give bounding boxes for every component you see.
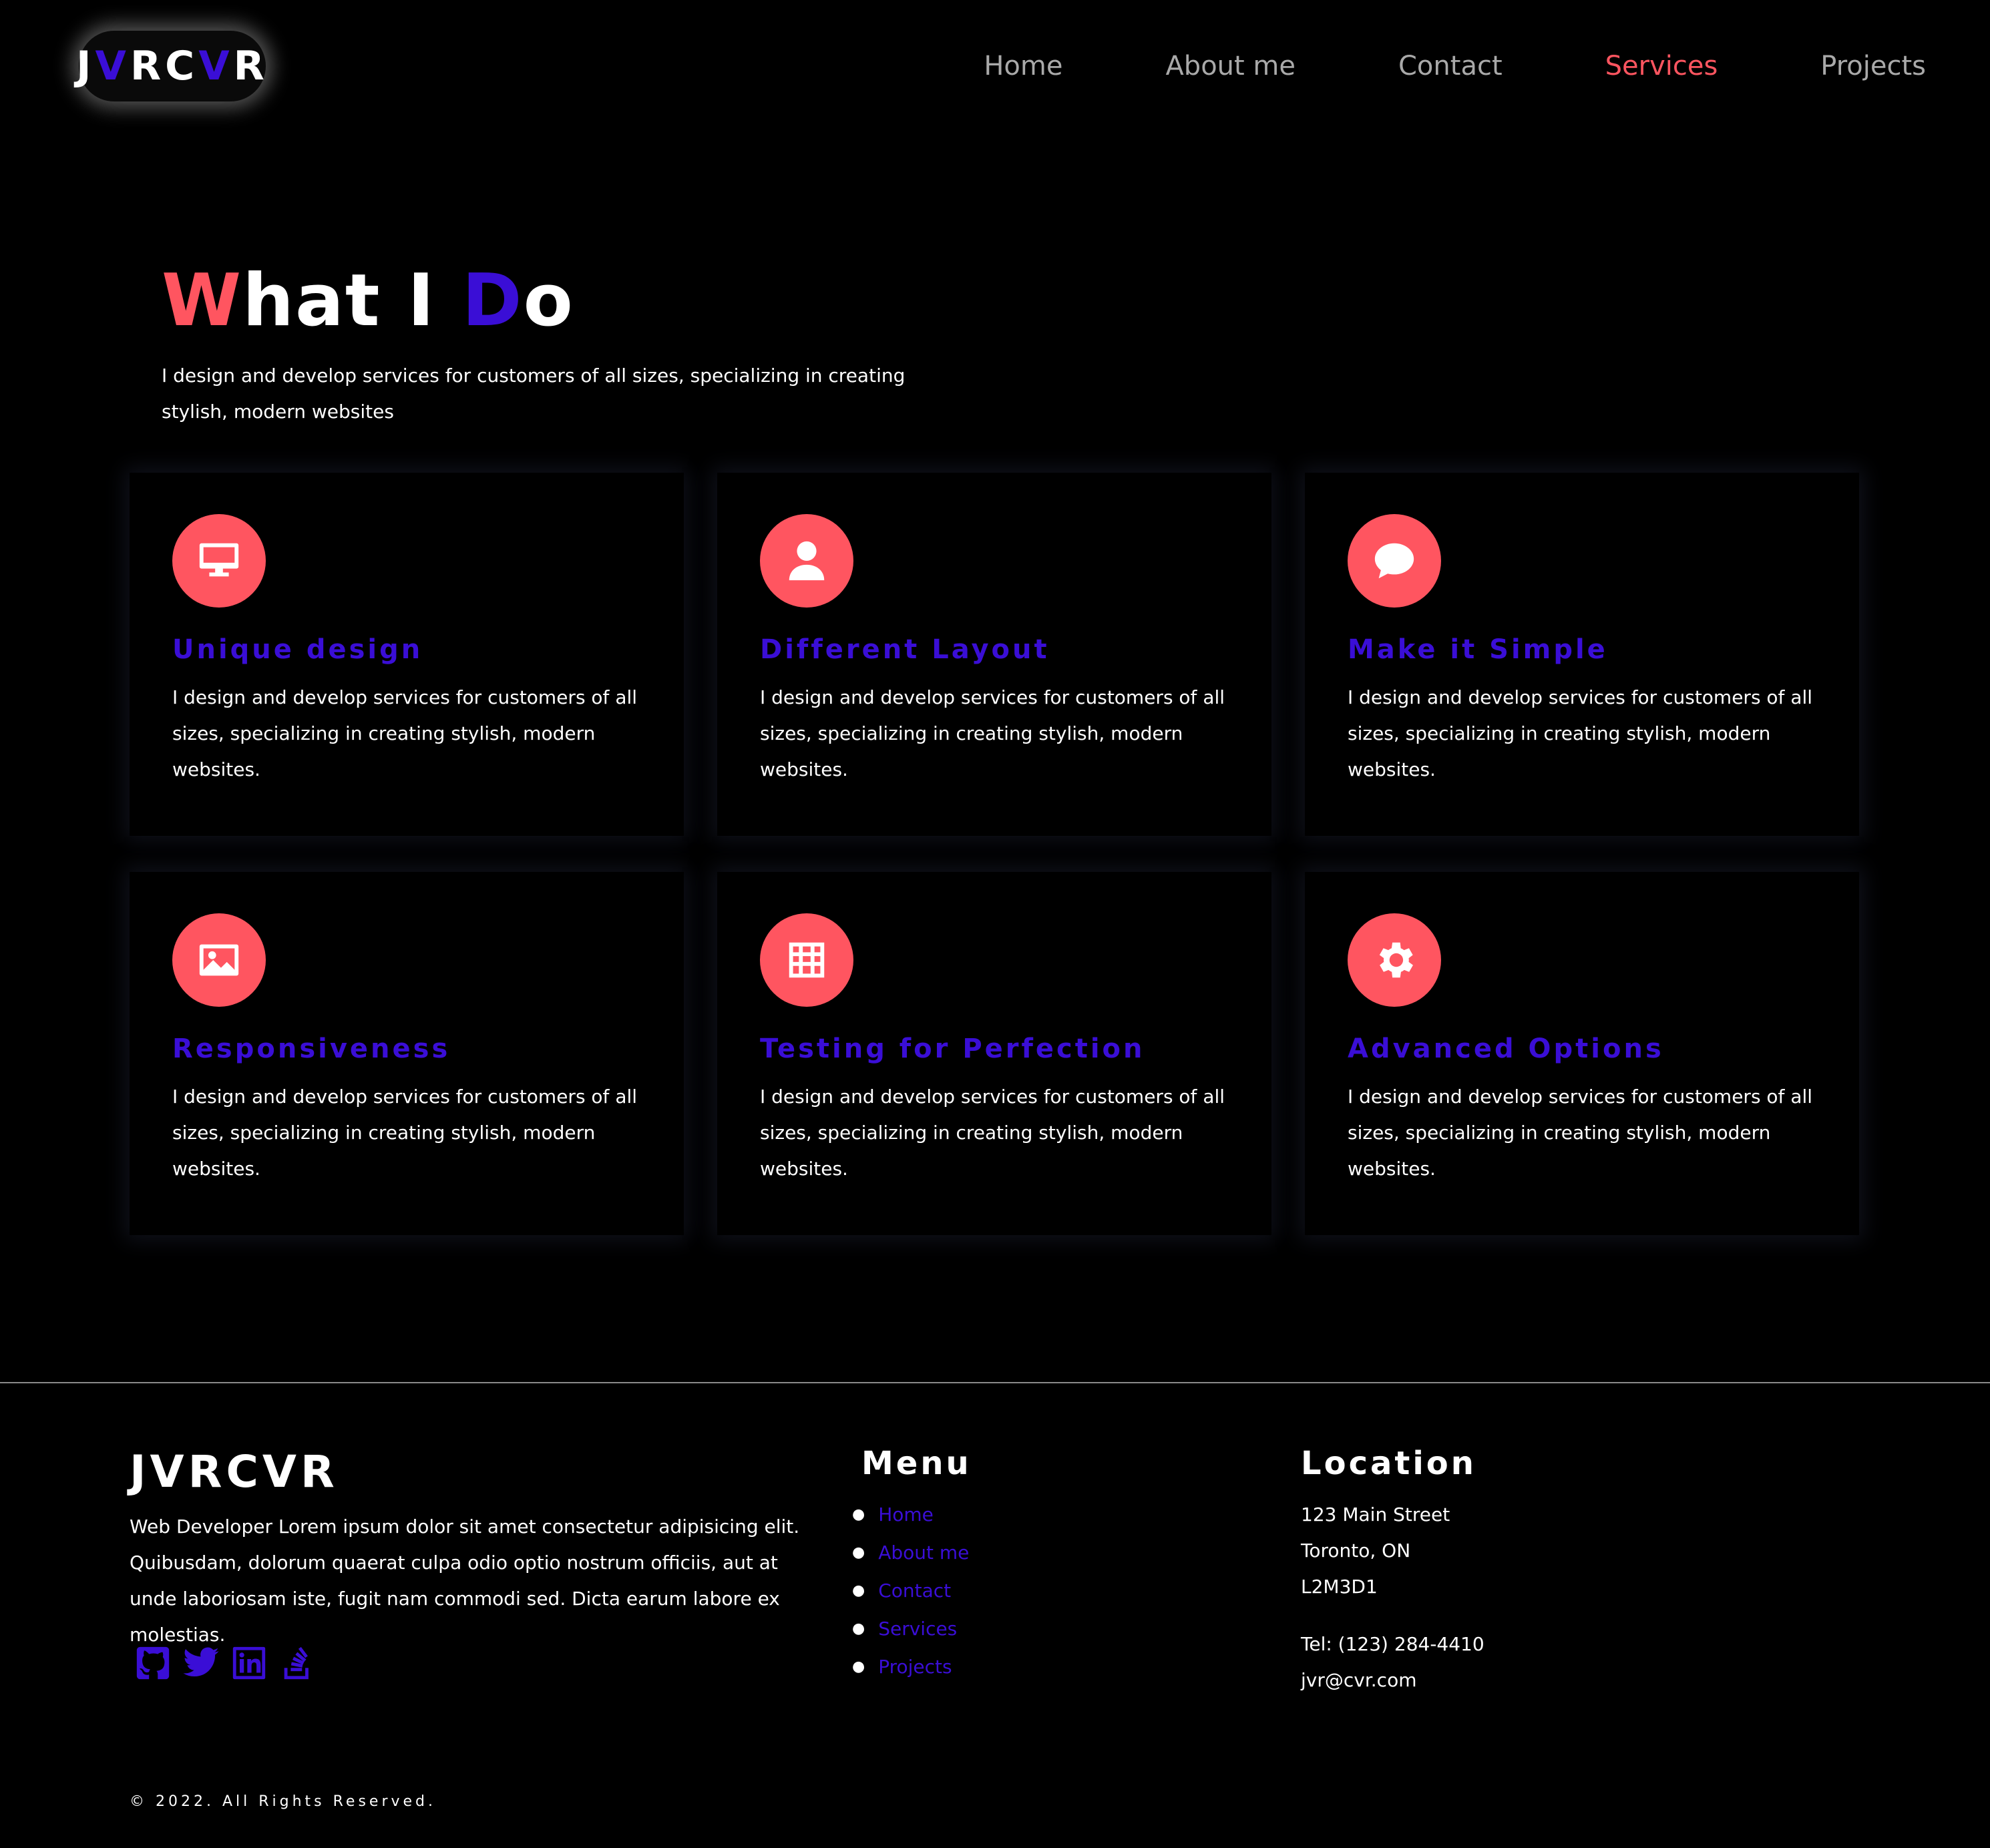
stackoverflow-icon[interactable] bbox=[278, 1644, 317, 1684]
footer-menu-item: ● Home bbox=[852, 1504, 934, 1526]
footer-menu-title: Menu bbox=[861, 1445, 972, 1482]
table-icon bbox=[760, 913, 853, 1007]
service-title: Different Layout bbox=[760, 634, 1050, 665]
footer-menu-item: ● Services bbox=[852, 1618, 958, 1640]
image-icon bbox=[172, 913, 266, 1007]
title-part: hat I bbox=[242, 259, 462, 342]
footer-location: 123 Main Street Toronto, ON L2M3D1 Tel: … bbox=[1301, 1497, 1484, 1698]
page-subtitle: I design and develop services for custom… bbox=[162, 365, 906, 423]
logo-letter: V bbox=[95, 43, 130, 89]
footer-location-title: Location bbox=[1301, 1445, 1476, 1482]
copyright: © 2022. All Rights Reserved. bbox=[130, 1793, 437, 1810]
service-text: I design and develop services for custom… bbox=[172, 1086, 638, 1180]
logo-letter: V bbox=[198, 43, 234, 89]
service-card: Testing for Perfection I design and deve… bbox=[717, 872, 1271, 1235]
social-links bbox=[134, 1644, 317, 1684]
footer-link-services[interactable]: Services bbox=[878, 1618, 957, 1640]
service-text: I design and develop services for custom… bbox=[1348, 686, 1813, 780]
site-header: J V R C V R Home About me Contact Servic… bbox=[0, 0, 1990, 134]
address-line: Toronto, ON bbox=[1301, 1540, 1411, 1562]
footer-link-home[interactable]: Home bbox=[878, 1504, 934, 1526]
footer-link-projects[interactable]: Projects bbox=[878, 1656, 952, 1678]
nav-home[interactable]: Home bbox=[984, 51, 1062, 81]
address-line: 123 Main Street bbox=[1301, 1504, 1450, 1526]
footer-menu: ● Home ● About me ● Contact ● Services ● Proj… bbox=[852, 1497, 969, 1687]
gear-icon bbox=[1348, 913, 1441, 1007]
nav-about[interactable]: About me bbox=[1165, 51, 1296, 81]
logo-letter: J bbox=[76, 43, 95, 89]
service-text: I design and develop services for custom… bbox=[760, 1086, 1225, 1180]
title-part: o bbox=[523, 259, 574, 342]
twitter-icon[interactable] bbox=[182, 1644, 220, 1684]
user-icon bbox=[760, 514, 853, 608]
footer-menu-item: ● Contact bbox=[852, 1580, 952, 1602]
linkedin-icon[interactable] bbox=[230, 1644, 268, 1684]
footer-link-contact[interactable]: Contact bbox=[878, 1580, 951, 1602]
service-title: Unique design bbox=[172, 634, 423, 665]
footer-description: Web Developer Lorem ipsum dolor sit amet… bbox=[130, 1516, 800, 1646]
title-part: W bbox=[162, 259, 243, 342]
site-logo[interactable]: J V R C V R bbox=[76, 31, 268, 101]
phone-number: Tel: (123) 284-4410 bbox=[1301, 1633, 1484, 1655]
footer-divider bbox=[0, 1382, 1990, 1383]
email-address: jvr@cvr.com bbox=[1301, 1669, 1417, 1691]
footer-menu-item: ● Projects bbox=[852, 1656, 952, 1678]
service-card: Unique design I design and develop servi… bbox=[130, 473, 684, 836]
service-text: I design and develop services for custom… bbox=[1348, 1086, 1813, 1180]
nav-services[interactable]: Services bbox=[1605, 51, 1718, 81]
page-title: What I Do bbox=[162, 259, 574, 342]
service-title: Responsiveness bbox=[172, 1033, 451, 1064]
service-card: Make it Simple I design and develop serv… bbox=[1305, 473, 1859, 836]
main-nav: Home About me Contact Services Projects bbox=[881, 51, 1926, 81]
nav-contact[interactable]: Contact bbox=[1398, 51, 1503, 81]
address-line: L2M3D1 bbox=[1301, 1576, 1378, 1598]
service-card: Responsiveness I design and develop serv… bbox=[130, 872, 684, 1235]
title-part: D bbox=[461, 259, 524, 342]
logo-letter: R bbox=[130, 43, 166, 89]
service-text: I design and develop services for custom… bbox=[760, 686, 1225, 780]
service-title: Advanced Options bbox=[1348, 1033, 1664, 1064]
nav-projects[interactable]: Projects bbox=[1820, 51, 1926, 81]
footer-brand: JVRCVR bbox=[130, 1446, 339, 1497]
service-card: Advanced Options I design and develop se… bbox=[1305, 872, 1859, 1235]
service-title: Make it Simple bbox=[1348, 634, 1608, 665]
chat-bubble-icon bbox=[1348, 514, 1441, 608]
github-icon[interactable] bbox=[134, 1644, 172, 1684]
service-title: Testing for Perfection bbox=[760, 1033, 1145, 1064]
service-card: Different Layout I design and develop se… bbox=[717, 473, 1271, 836]
footer-link-about[interactable]: About me bbox=[878, 1542, 969, 1564]
logo-letter: R bbox=[233, 43, 268, 89]
monitor-icon bbox=[172, 514, 266, 608]
logo-letter: C bbox=[165, 43, 199, 89]
services-grid: Unique design I design and develop servi… bbox=[130, 473, 1860, 1235]
footer-menu-item: ● About me bbox=[852, 1542, 970, 1564]
service-text: I design and develop services for custom… bbox=[172, 686, 638, 780]
